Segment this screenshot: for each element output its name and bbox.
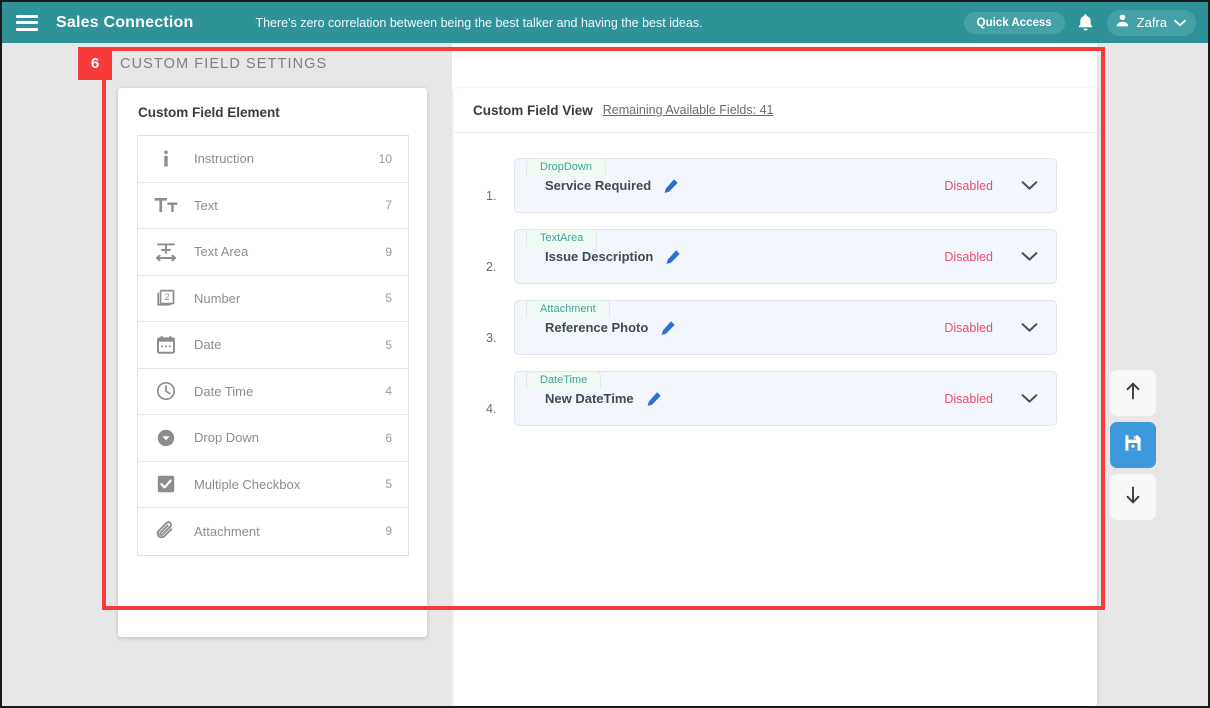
calendar-icon <box>138 335 194 355</box>
element-row-text[interactable]: Text 7 <box>138 183 408 229</box>
hamburger-icon[interactable] <box>16 14 38 31</box>
element-label: Attachment <box>194 523 260 539</box>
element-count: 10 <box>378 151 392 166</box>
side-action-toolbar <box>1110 370 1156 520</box>
top-navigation-bar: Sales Connection There's zero correlatio… <box>2 2 1208 43</box>
field-status-badge: Disabled <box>944 249 993 264</box>
info-icon <box>138 149 194 169</box>
right-panel-header: Custom Field View Remaining Available Fi… <box>454 88 1097 133</box>
user-menu[interactable]: Zafra <box>1106 9 1196 36</box>
custom-field-view-panel: Custom Field View Remaining Available Fi… <box>454 88 1097 706</box>
field-index: 1. <box>486 189 497 203</box>
chevron-down-icon[interactable] <box>1021 180 1038 191</box>
pencil-icon[interactable] <box>665 249 681 265</box>
field-type-tag: TextArea <box>526 229 598 247</box>
element-count: 5 <box>385 337 392 352</box>
chevron-down-icon[interactable] <box>1021 393 1038 404</box>
remaining-available-fields-link[interactable]: Remaining Available Fields: 41 <box>603 103 774 117</box>
save-icon <box>1123 433 1143 458</box>
quick-access-button[interactable]: Quick Access <box>963 11 1065 34</box>
field-name: New DateTime <box>545 391 634 406</box>
element-row-date[interactable]: Date 5 <box>138 322 408 369</box>
field-index: 3. <box>486 331 497 345</box>
field-index: 4. <box>486 402 497 416</box>
left-panel-title: Custom Field Element <box>138 105 280 120</box>
element-label: Instruction <box>194 151 254 167</box>
field-name: Reference Photo <box>545 320 649 335</box>
field-type-tag: DropDown <box>526 158 606 176</box>
field-status-badge: Disabled <box>944 320 993 335</box>
step-number-badge: 6 <box>78 47 112 80</box>
element-list: Instruction 10 Text 7 Text Area 9 2 Numb… <box>137 135 409 556</box>
pencil-icon[interactable] <box>646 391 662 407</box>
pencil-icon[interactable] <box>663 178 679 194</box>
clock-icon <box>138 381 194 401</box>
chevron-down-icon[interactable] <box>1021 251 1038 262</box>
field-item: 1. DropDown Service Required Disabled <box>486 158 1057 213</box>
field-item: 2. TextArea Issue Description Disabled <box>486 229 1057 284</box>
element-label: Date <box>194 337 222 353</box>
field-name: Service Required <box>545 178 652 193</box>
svg-text:2: 2 <box>164 292 169 302</box>
element-row-instruction[interactable]: Instruction 10 <box>138 136 408 183</box>
field-item: 3. Attachment Reference Photo Disabled <box>486 300 1057 355</box>
element-row-drop-down[interactable]: Drop Down 6 <box>138 415 408 462</box>
element-count: 5 <box>385 477 392 492</box>
person-icon <box>1115 13 1130 33</box>
move-up-button[interactable] <box>1110 370 1156 416</box>
text-format-icon <box>138 196 194 214</box>
chevron-down-icon <box>1174 14 1186 32</box>
right-panel-title: Custom Field View <box>473 102 593 118</box>
move-down-button[interactable] <box>1110 474 1156 520</box>
element-count: 9 <box>385 524 392 539</box>
element-label: Drop Down <box>194 430 260 446</box>
chevron-down-icon[interactable] <box>1021 322 1038 333</box>
text-area-icon <box>138 242 194 262</box>
topbar-right-group: Quick Access Zafra <box>963 9 1196 36</box>
element-count: 7 <box>385 198 392 213</box>
element-label: Text <box>194 197 218 213</box>
tagline-text: There's zero correlation between being t… <box>255 15 703 30</box>
element-label: Number <box>194 290 241 306</box>
field-item: 4. DateTime New DateTime Disabled <box>486 371 1057 426</box>
custom-field-element-panel: Custom Field Element Instruction 10 Text… <box>118 88 427 637</box>
pencil-icon[interactable] <box>660 320 676 336</box>
page-title: CUSTOM FIELD SETTINGS <box>120 56 328 72</box>
arrow-up-icon <box>1124 381 1142 406</box>
field-status-badge: Disabled <box>944 391 993 406</box>
arrow-down-icon <box>1124 485 1142 510</box>
element-count: 6 <box>385 430 392 445</box>
field-type-tag: DateTime <box>526 371 602 389</box>
element-label: Multiple Checkbox <box>194 476 301 492</box>
field-type-tag: Attachment <box>526 300 610 318</box>
brand-title: Sales Connection <box>56 13 194 31</box>
element-row-date-time[interactable]: Date Time 4 <box>138 369 408 415</box>
element-row-multiple-checkbox[interactable]: Multiple Checkbox 5 <box>138 462 408 508</box>
field-index: 2. <box>486 260 497 274</box>
user-name-label: Zafra <box>1136 15 1167 30</box>
element-label: Text Area <box>194 244 249 260</box>
checkbox-icon <box>138 474 194 494</box>
element-count: 4 <box>385 384 392 399</box>
dropdown-circle-icon <box>138 428 194 448</box>
element-count: 5 <box>385 291 392 306</box>
paperclip-icon <box>138 520 194 542</box>
app-window: Sales Connection There's zero correlatio… <box>0 0 1210 708</box>
field-name: Issue Description <box>545 249 654 264</box>
element-row-number[interactable]: 2 Number 5 <box>138 276 408 322</box>
element-row-text-area[interactable]: Text Area 9 <box>138 229 408 276</box>
page-body: CUSTOM FIELD SETTINGS Custom Field Eleme… <box>2 43 1208 706</box>
field-list: 1. DropDown Service Required Disabled 2.… <box>454 133 1097 426</box>
element-count: 9 <box>385 244 392 259</box>
field-status-badge: Disabled <box>944 178 993 193</box>
save-button[interactable] <box>1110 422 1156 468</box>
element-row-attachment[interactable]: Attachment 9 <box>138 508 408 555</box>
element-label: Date Time <box>194 383 254 399</box>
number-icon: 2 <box>138 288 194 308</box>
bell-icon[interactable] <box>1075 12 1097 34</box>
